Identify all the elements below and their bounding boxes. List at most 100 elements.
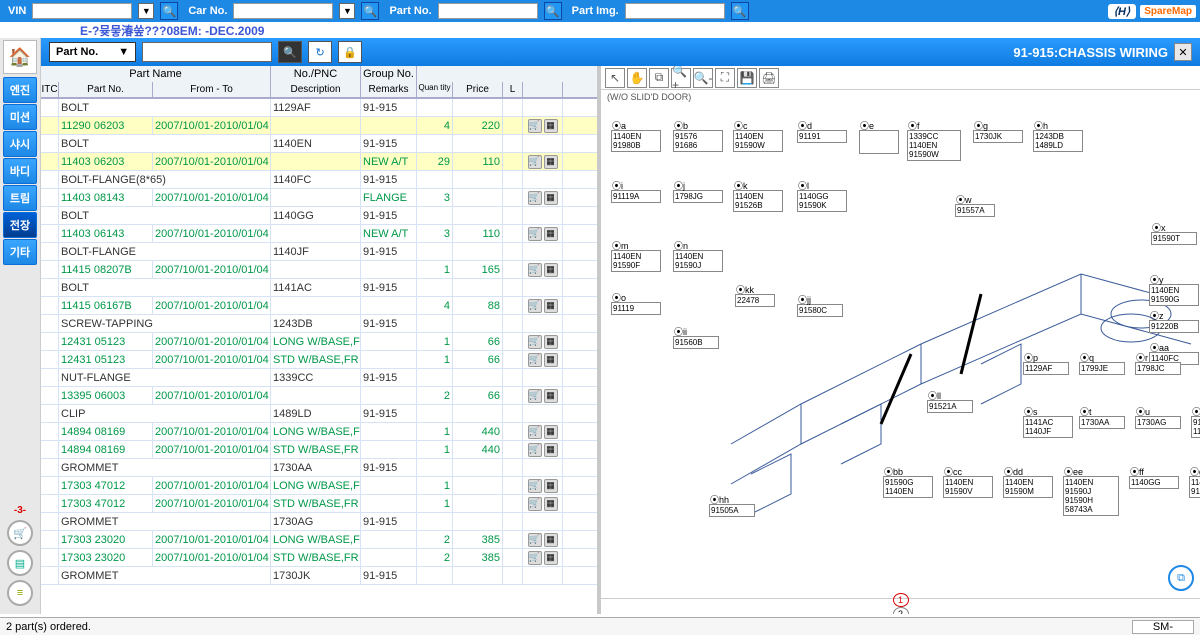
row-info-icon[interactable]: ▦	[544, 479, 558, 493]
part-header-row[interactable]: NUT-FLANGE1339CC91-915	[41, 369, 597, 387]
partno-search-icon[interactable]: 🔍	[544, 2, 562, 20]
callout-m[interactable]: ⦿m1140EN91590F	[611, 250, 661, 272]
part-detail-row[interactable]: 12431 051232007/10/01-2010/01/04STD W/BA…	[41, 351, 597, 369]
zoom-region-icon[interactable]: ⧉	[649, 68, 669, 88]
part-detail-row[interactable]: 14894 081692007/10/01-2010/01/04STD W/BA…	[41, 441, 597, 459]
callout-ee[interactable]: ⦿ee1140EN91590J91590H58743A	[1063, 476, 1119, 516]
row-cart-icon[interactable]: 🛒	[528, 497, 542, 511]
col-itc[interactable]: ITC	[41, 82, 59, 97]
callout-dd[interactable]: ⦿dd1140EN91590M	[1003, 476, 1053, 498]
part-header-row[interactable]: BOLT1129AF91-915	[41, 99, 597, 117]
part-detail-row[interactable]: 11415 08207B2007/10/01-2010/01/041165🛒▦	[41, 261, 597, 279]
part-header-row[interactable]: GROMMET1730AG91-915	[41, 513, 597, 531]
col-qty[interactable]: Quan tity	[417, 82, 453, 97]
row-cart-icon[interactable]: 🛒	[528, 425, 542, 439]
partimg-input[interactable]	[625, 3, 725, 19]
row-info-icon[interactable]: ▦	[544, 443, 558, 457]
nav-item-4[interactable]: 트림	[3, 185, 37, 211]
pan-tool-icon[interactable]: ✋	[627, 68, 647, 88]
print-icon[interactable]: 🖨	[759, 68, 779, 88]
callout-ii[interactable]: ⦿ii91560B	[673, 336, 719, 349]
part-detail-row[interactable]: 11415 06167B2007/10/01-2010/01/04488🛒▦	[41, 297, 597, 315]
col-price[interactable]: Price	[453, 82, 503, 97]
callout-d[interactable]: ⦿d91191	[797, 130, 847, 143]
row-cart-icon[interactable]: 🛒	[528, 227, 542, 241]
vin-input[interactable]	[32, 3, 132, 19]
zoom-out-icon[interactable]: 🔍-	[693, 68, 713, 88]
col-desc[interactable]: Description	[271, 82, 361, 97]
nav-item-0[interactable]: 엔진	[3, 77, 37, 103]
diagram-image[interactable]: ⦿a1140EN91980B⦿b9157691686⦿c1140EN91590W…	[601, 104, 1200, 598]
callout-s[interactable]: ⦿s1141AC1140JF	[1023, 416, 1073, 438]
part-detail-row[interactable]: 11403 062032007/10/01-2010/01/04NEW A/T2…	[41, 153, 597, 171]
callout-bb[interactable]: ⦿bb91590G1140EN	[883, 476, 933, 498]
nav-item-2[interactable]: 샤시	[3, 131, 37, 157]
callout-o[interactable]: ⦿o91119	[611, 302, 661, 315]
home-button[interactable]: 🏠	[3, 40, 37, 74]
row-info-icon[interactable]: ▦	[544, 335, 558, 349]
row-cart-icon[interactable]: 🛒	[528, 443, 542, 457]
row-info-icon[interactable]: ▦	[544, 551, 558, 565]
callout-i[interactable]: ⦿i91119A	[611, 190, 661, 203]
part-header-row[interactable]: GROMMET1730AA91-915	[41, 459, 597, 477]
row-info-icon[interactable]: ▦	[544, 263, 558, 277]
cart-button[interactable]: 🛒	[7, 520, 33, 546]
callout-e[interactable]: ⦿e	[859, 130, 899, 154]
row-cart-icon[interactable]: 🛒	[528, 479, 542, 493]
teamviewer-button[interactable]: ⧉	[1168, 565, 1194, 591]
part-detail-row[interactable]: 14894 081692007/10/01-2010/01/04LONG W/B…	[41, 423, 597, 441]
row-cart-icon[interactable]: 🛒	[528, 263, 542, 277]
callout-cc[interactable]: ⦿cc1140EN91590V	[943, 476, 993, 498]
row-info-icon[interactable]: ▦	[544, 497, 558, 511]
row-cart-icon[interactable]: 🛒	[528, 119, 542, 133]
vin-dropdown[interactable]: ▼	[138, 3, 154, 19]
row-info-icon[interactable]: ▦	[544, 425, 558, 439]
row-cart-icon[interactable]: 🛒	[528, 551, 542, 565]
callout-u[interactable]: ⦿u1730AG	[1135, 416, 1181, 429]
col-l[interactable]: L	[503, 82, 523, 97]
row-info-icon[interactable]: ▦	[544, 353, 558, 367]
row-cart-icon[interactable]: 🛒	[528, 353, 542, 367]
toolbar-lock-button[interactable]: 🔒	[338, 41, 362, 63]
col-fromto[interactable]: From - To	[153, 82, 271, 97]
page-2[interactable]: 2	[893, 607, 909, 615]
part-header-row[interactable]: SCREW-TAPPING1243DB91-915	[41, 315, 597, 333]
search-mode-select[interactable]: Part No.▼	[49, 42, 136, 62]
row-info-icon[interactable]: ▦	[544, 389, 558, 403]
row-cart-icon[interactable]: 🛒	[528, 389, 542, 403]
part-header-row[interactable]: BOLT-FLANGE1140JF91-915	[41, 243, 597, 261]
carno-search-icon[interactable]: 🔍	[361, 2, 379, 20]
part-header-row[interactable]: GROMMET1730JK91-915	[41, 567, 597, 585]
row-info-icon[interactable]: ▦	[544, 119, 558, 133]
part-header-row[interactable]: BOLT1141AC91-915	[41, 279, 597, 297]
row-cart-icon[interactable]: 🛒	[528, 335, 542, 349]
callout-v[interactable]: ⦿v91590F1140EN	[1191, 416, 1200, 438]
callout-p[interactable]: ⦿p1129AF	[1023, 362, 1069, 375]
row-cart-icon[interactable]: 🛒	[528, 191, 542, 205]
toolbar-search-button[interactable]: 🔍	[278, 41, 302, 63]
part-detail-row[interactable]: 13395 060032007/10/01-2010/01/04266🛒▦	[41, 387, 597, 405]
history-button[interactable]: ≡	[7, 580, 33, 606]
callout-a[interactable]: ⦿a1140EN91980B	[611, 130, 661, 152]
callout-hh[interactable]: ⦿hh91505A	[709, 504, 755, 517]
callout-r[interactable]: ⦿r1798JC	[1135, 362, 1181, 375]
row-info-icon[interactable]: ▦	[544, 227, 558, 241]
partimg-search-icon[interactable]: 🔍	[731, 2, 749, 20]
callout-x[interactable]: ⦿x91590T	[1151, 232, 1197, 245]
row-cart-icon[interactable]: 🛒	[528, 533, 542, 547]
callout-t[interactable]: ⦿t1730AA	[1079, 416, 1125, 429]
pointer-tool-icon[interactable]: ↖	[605, 68, 625, 88]
callout-ll[interactable]: ⦿ll91521A	[927, 400, 973, 413]
col-remarks[interactable]: Remarks	[361, 82, 417, 97]
vin-search-icon[interactable]: 🔍	[160, 2, 178, 20]
partno-input[interactable]	[438, 3, 538, 19]
part-detail-row[interactable]: 11403 081432007/10/01-2010/01/04FLANGE3🛒…	[41, 189, 597, 207]
part-detail-row[interactable]: 17303 230202007/10/01-2010/01/04STD W/BA…	[41, 549, 597, 567]
callout-k[interactable]: ⦿k1140EN91526B	[733, 190, 783, 212]
part-detail-row[interactable]: 17303 470122007/10/01-2010/01/04LONG W/B…	[41, 477, 597, 495]
callout-jj[interactable]: ⦿jj91580C	[797, 304, 843, 317]
callout-g[interactable]: ⦿g1730JK	[973, 130, 1023, 143]
zoom-in-icon[interactable]: 🔍+	[671, 68, 691, 88]
carno-dropdown[interactable]: ▼	[339, 3, 355, 19]
list-button[interactable]: ▤	[7, 550, 33, 576]
